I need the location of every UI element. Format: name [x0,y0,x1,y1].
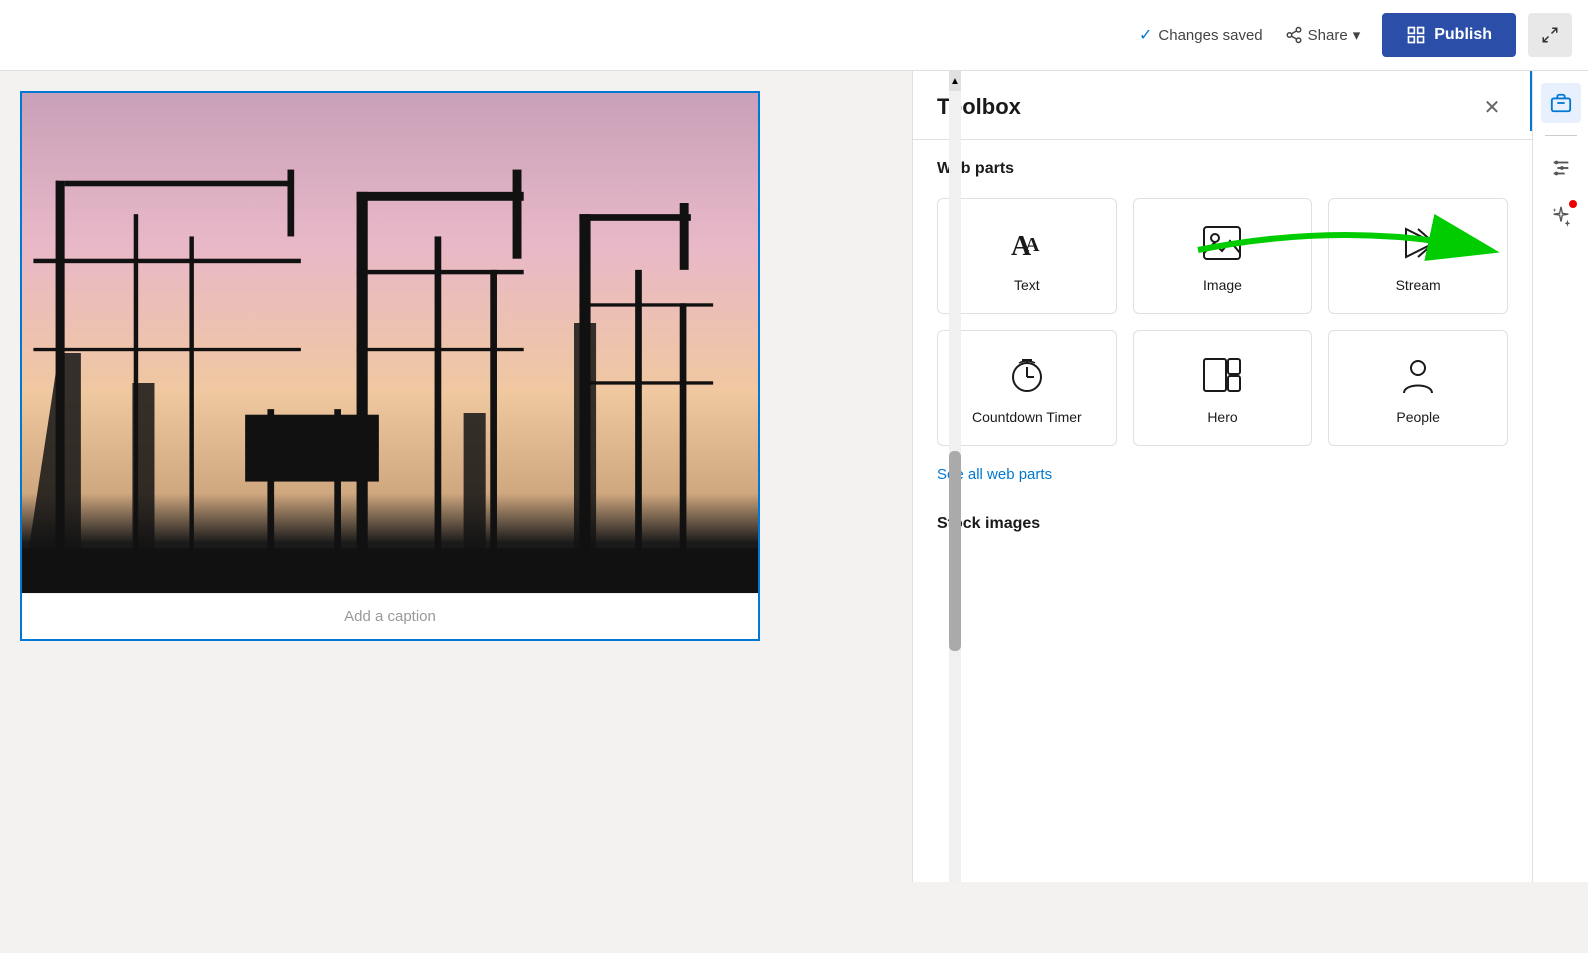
stream-icon [1394,219,1442,267]
construction-image [22,93,758,593]
text-label: Text [1014,277,1040,293]
share-button[interactable]: Share ▾ [1275,20,1371,50]
image-icon [1198,219,1246,267]
close-icon: ✕ [1484,95,1501,120]
toolbox-scroll-area[interactable]: Web parts A A Text [913,140,1532,882]
share-label: Share [1308,27,1348,44]
collapse-button[interactable] [1528,13,1572,57]
settings-icon [1550,157,1572,179]
web-parts-grid: A A Text [937,198,1508,446]
web-part-hero[interactable]: Hero [1133,330,1313,446]
changes-saved-label: Changes saved [1158,27,1262,44]
share-chevron-icon: ▾ [1353,26,1361,44]
toolbox-panel: Toolbox ✕ Web parts A A [912,71,1532,882]
web-part-text[interactable]: A A Text [937,198,1117,314]
sidebar-icon-briefcase[interactable] [1541,83,1581,123]
caption-area[interactable]: Add a caption [22,593,758,639]
people-icon [1394,351,1442,399]
web-parts-section-title: Web parts [937,160,1508,178]
checkmark-icon: ✓ [1139,25,1152,45]
people-label: People [1396,409,1440,425]
changes-saved-status: ✓ Changes saved [1139,25,1263,45]
web-part-people[interactable]: People [1328,330,1508,446]
toolbox-close-button[interactable]: ✕ [1476,91,1508,123]
sidebar-icon-settings[interactable] [1541,148,1581,188]
canvas-area[interactable]: Add a caption [0,71,912,882]
web-part-countdown[interactable]: Countdown Timer [937,330,1117,446]
canvas-scroll-up[interactable]: ▲ [949,71,961,91]
right-sidebar [1532,71,1588,882]
caption-placeholder: Add a caption [344,608,436,625]
sidebar-divider [1545,135,1577,136]
share-icon [1285,26,1303,44]
briefcase-icon [1550,92,1572,114]
topbar: ✓ Changes saved Share ▾ Publish [0,0,1588,71]
text-icon: A A [1003,219,1051,267]
silhouette-overlay [22,93,758,593]
countdown-icon [1003,351,1051,399]
sparkle-icon [1550,205,1572,227]
web-part-image[interactable]: Image [1133,198,1313,314]
publish-icon [1406,25,1426,45]
toolbox-header: Toolbox ✕ [913,71,1532,140]
toolbox-content: Web parts A A Text [913,140,1532,553]
stream-label: Stream [1396,277,1441,293]
publish-label: Publish [1434,26,1492,44]
canvas-scrollbar[interactable]: ▲ [949,71,961,882]
toolbox-divider [1530,71,1532,131]
image-label: Image [1203,277,1242,293]
image-block[interactable]: Add a caption [20,91,760,641]
hero-icon [1198,351,1246,399]
svg-text:A: A [1025,234,1040,256]
canvas-scroll-thumb[interactable] [949,451,961,651]
stock-images-title: Stock images [937,515,1508,533]
countdown-label: Countdown Timer [972,409,1082,425]
hero-label: Hero [1207,409,1237,425]
main-layout: Add a caption Toolbox ✕ Web parts [0,71,1588,882]
sidebar-icon-sparkle[interactable] [1541,196,1581,236]
publish-button[interactable]: Publish [1382,13,1516,57]
collapse-icon [1541,26,1559,44]
notification-dot [1569,200,1577,208]
web-part-stream[interactable]: Stream [1328,198,1508,314]
